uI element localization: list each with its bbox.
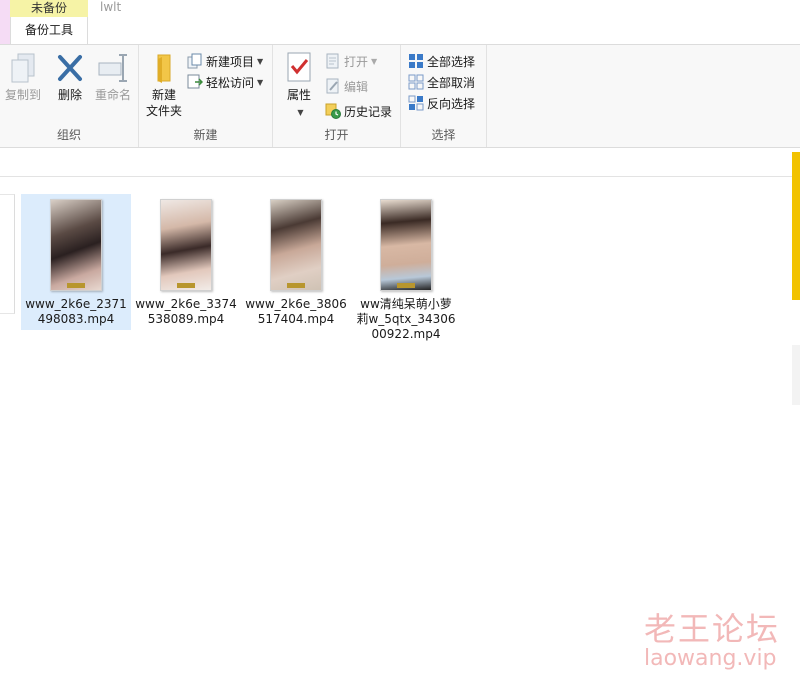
- select-all-icon: [409, 54, 423, 68]
- new-item-label: 新建项目: [206, 54, 255, 69]
- file-name: www_2k6e_3374538089.mp4: [135, 297, 237, 326]
- video-thumbnail: [160, 199, 212, 291]
- properties-caret-icon: ▼: [297, 108, 304, 117]
- new-item-caret-icon: ▼: [257, 56, 264, 66]
- ribbon-group-open: 属性 ▼ 打开 ▼ 编辑 历史记录 打开: [273, 45, 401, 147]
- ribbon-group-open-label: 打开: [324, 128, 349, 142]
- copy-to-label: 复制到: [4, 88, 41, 102]
- ribbon-group-select: 全部选择 全部取消 反向选择 选择: [401, 45, 487, 147]
- new-item-button[interactable]: 新建项目 ▼: [187, 51, 263, 71]
- video-thumbnail: [380, 199, 432, 291]
- folder-icon: [157, 54, 171, 83]
- thumbnail-badge: [397, 283, 415, 288]
- ribbon-group-organize-label: 组织: [56, 128, 81, 142]
- easy-access-label: 轻松访问: [206, 75, 255, 90]
- select-all-button[interactable]: 全部选择: [408, 51, 475, 71]
- side-panel-accent: [792, 152, 800, 300]
- watermark-en: laowang.vip: [644, 646, 777, 671]
- ribbon-group-organize: 复制到 删除 重命名 组织: [0, 45, 139, 147]
- easy-access-button[interactable]: 轻松访问 ▼: [187, 72, 263, 92]
- file-item-1[interactable]: www_2k6e_2371498083.mp4: [21, 194, 131, 330]
- thumbnail-badge: [287, 283, 305, 288]
- ribbon-group-new-label: 新建: [193, 128, 218, 142]
- easy-access-caret-icon: ▼: [257, 77, 264, 87]
- edit-label: 编辑: [344, 79, 369, 94]
- properties-label: 属性: [286, 88, 311, 102]
- thumbnail-badge: [177, 283, 195, 288]
- rename-button[interactable]: 重命名: [92, 51, 134, 103]
- new-folder-label-line1: 新建: [151, 88, 176, 102]
- delete-button[interactable]: 删除: [50, 51, 90, 103]
- invert-selection-label: 反向选择: [427, 96, 476, 111]
- ribbon-group-new: 新建 文件夹 新建项目 ▼ 轻松访问 ▼ 新建: [139, 45, 273, 147]
- invert-selection-button[interactable]: 反向选择: [408, 93, 475, 113]
- copy-to-button[interactable]: 复制到: [2, 51, 44, 103]
- address-bar-area[interactable]: [0, 149, 800, 177]
- window-edge: [0, 0, 10, 44]
- new-item-icon: [187, 53, 202, 69]
- scrollbar[interactable]: [792, 345, 800, 405]
- ribbon-group-select-label: 选择: [431, 128, 456, 142]
- select-none-icon: [408, 74, 424, 90]
- video-thumbnail: [50, 199, 102, 291]
- history-button[interactable]: 历史记录: [325, 101, 392, 121]
- file-item-2[interactable]: www_2k6e_3374538089.mp4: [131, 194, 241, 330]
- select-none-button[interactable]: 全部取消: [408, 72, 475, 92]
- delete-label: 删除: [57, 88, 82, 102]
- video-thumbnail: [270, 199, 322, 291]
- file-item-4[interactable]: ww清纯呆萌小萝莉w_5qtx_3430600922.mp4: [351, 194, 461, 345]
- open-label: 打开: [344, 54, 369, 69]
- watermark-cn: 老王论坛: [644, 610, 781, 648]
- file-name: ww清纯呆萌小萝莉w_5qtx_3430600922.mp4: [356, 297, 456, 341]
- new-folder-button[interactable]: 新建 文件夹: [143, 51, 185, 119]
- rename-label: 重命名: [94, 88, 131, 102]
- file-item-3[interactable]: www_2k6e_3806517404.mp4: [241, 194, 351, 330]
- properties-check-icon: [287, 52, 311, 82]
- rename-icon: [98, 54, 127, 82]
- delete-x-icon: [58, 55, 82, 81]
- easy-access-icon: [187, 74, 203, 89]
- properties-button[interactable]: 属性 ▼: [279, 51, 319, 121]
- edit-button[interactable]: 编辑: [325, 76, 368, 96]
- select-all-label: 全部选择: [427, 54, 476, 69]
- context-tab-group-label: 未备份: [10, 0, 88, 17]
- invert-selection-icon: [408, 95, 424, 111]
- open-icon: [326, 53, 339, 69]
- window-title: lwlt: [100, 0, 122, 14]
- new-folder-label-line2: 文件夹: [145, 104, 182, 118]
- copy-to-icon: [11, 53, 35, 83]
- open-button[interactable]: 打开 ▼: [325, 51, 377, 71]
- tab-backup-tools[interactable]: 备份工具: [10, 17, 88, 44]
- history-label: 历史记录: [344, 104, 393, 119]
- history-icon: [325, 103, 341, 119]
- select-none-label: 全部取消: [427, 75, 476, 90]
- navigation-pane-edge[interactable]: [0, 194, 15, 314]
- file-name: www_2k6e_3806517404.mp4: [245, 297, 347, 326]
- thumbnail-badge: [67, 283, 85, 288]
- ribbon: 复制到 删除 重命名 组织 新建 文件夹 新建项目 ▼ 轻松访问 ▼ 新建 属性…: [0, 44, 800, 148]
- file-name: www_2k6e_2371498083.mp4: [25, 297, 127, 326]
- ribbon-tab-strip: 未备份 备份工具 lwlt: [0, 0, 800, 44]
- edit-icon: [326, 78, 339, 94]
- open-caret-icon: ▼: [371, 56, 378, 66]
